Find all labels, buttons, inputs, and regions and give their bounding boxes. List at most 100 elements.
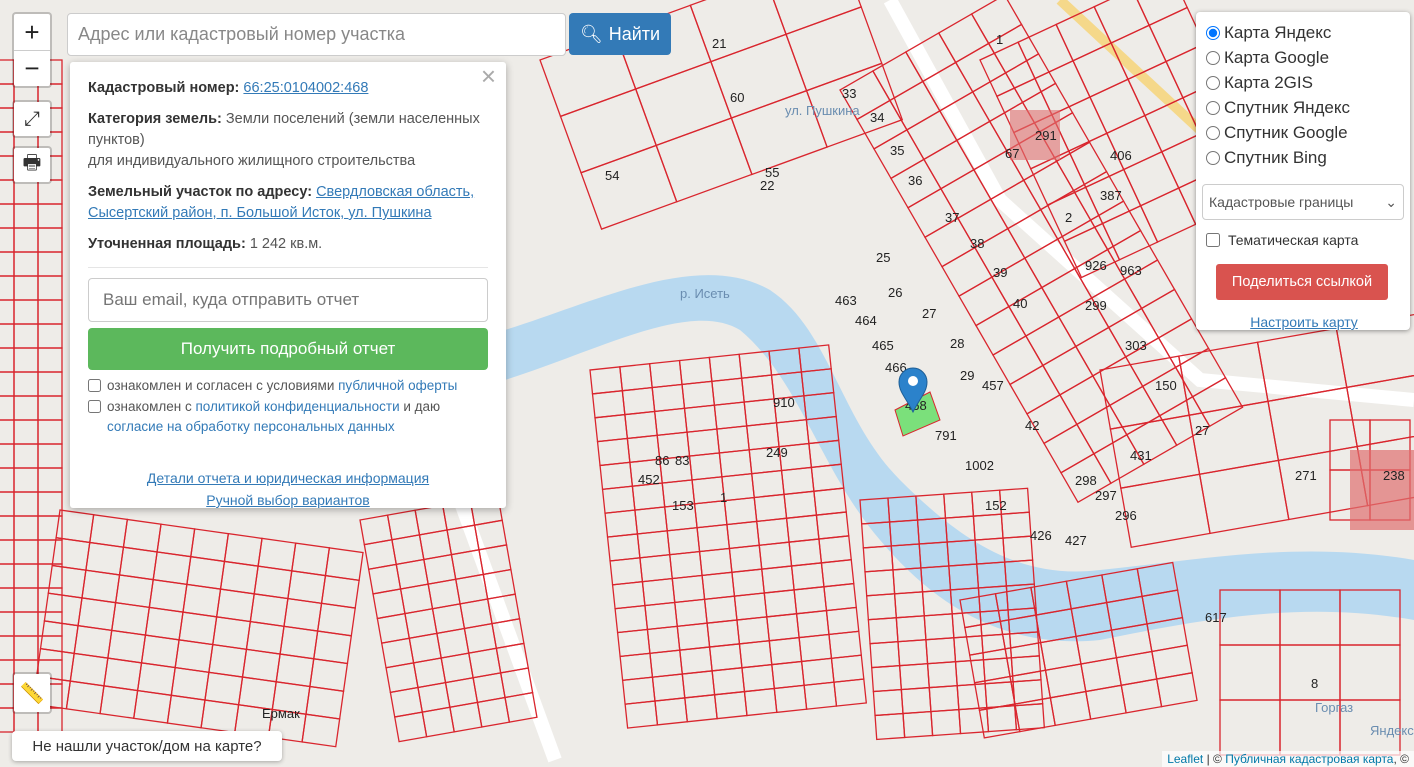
parcel[interactable] [204, 671, 244, 706]
parcel[interactable] [766, 613, 800, 642]
parcel[interactable] [619, 652, 654, 682]
parcel[interactable] [624, 410, 658, 440]
ruler-button[interactable]: 📏 [12, 672, 52, 714]
parcel[interactable] [51, 536, 91, 571]
parcel[interactable] [790, 562, 825, 591]
parcel[interactable] [0, 515, 15, 541]
parcel[interactable] [320, 574, 360, 609]
parcel[interactable] [0, 251, 15, 277]
parcel[interactable] [798, 633, 833, 663]
parcel[interactable] [1074, 326, 1127, 377]
parcel[interactable] [696, 523, 731, 553]
map-option[interactable]: Спутник Яндекс [1206, 95, 1402, 120]
parcel[interactable] [190, 528, 230, 563]
parcel[interactable] [924, 217, 976, 268]
privacy-link[interactable]: политикой конфиденциальности [195, 399, 399, 414]
parcel[interactable] [0, 443, 15, 469]
search-button[interactable]: 🔍︎ Найти [569, 13, 671, 55]
parcel[interactable] [731, 568, 765, 597]
parcel[interactable] [773, 684, 808, 714]
parcel[interactable] [13, 563, 39, 589]
parcel[interactable] [37, 467, 63, 493]
map-radio[interactable] [1206, 125, 1220, 140]
parcel[interactable] [0, 491, 15, 517]
parcel[interactable] [803, 681, 838, 710]
parcel[interactable] [1000, 511, 1032, 539]
cad-number-link[interactable]: 66:25:0104002:468 [243, 80, 368, 96]
parcel[interactable] [0, 587, 15, 613]
parcel[interactable] [99, 685, 139, 720]
parcel[interactable] [740, 374, 775, 403]
parcel[interactable] [0, 275, 15, 301]
parcel[interactable] [703, 595, 738, 624]
parcel[interactable] [140, 634, 180, 669]
parcel[interactable] [89, 513, 129, 548]
parcel[interactable] [13, 611, 39, 637]
parcel[interactable] [641, 577, 676, 607]
map-radio[interactable] [1206, 50, 1220, 65]
parcel[interactable] [958, 276, 1010, 327]
parcel[interactable] [775, 418, 810, 448]
parcel[interactable] [708, 353, 743, 383]
parcel[interactable] [13, 419, 39, 445]
parcel[interactable] [813, 487, 847, 516]
thematic-checkbox[interactable] [1206, 233, 1220, 247]
parcel[interactable] [616, 628, 651, 658]
parcel[interactable] [815, 511, 850, 540]
share-link-button[interactable]: Поделиться ссылкой [1216, 264, 1388, 300]
parcel[interactable] [37, 371, 63, 397]
parcel[interactable] [0, 347, 15, 373]
parcel[interactable] [864, 569, 896, 597]
parcel[interactable] [925, 637, 957, 665]
parcel[interactable] [1049, 690, 1092, 727]
parcel[interactable] [895, 615, 927, 643]
parcel[interactable] [756, 517, 790, 546]
parcel[interactable] [241, 648, 281, 683]
parcel[interactable] [13, 587, 39, 613]
parcel[interactable] [867, 617, 899, 645]
parcel[interactable] [943, 491, 975, 519]
parcel[interactable] [237, 676, 277, 711]
parcel[interactable] [559, 88, 658, 174]
map-radio[interactable] [1206, 100, 1220, 115]
parcel[interactable] [148, 578, 188, 613]
parcel[interactable] [186, 555, 226, 590]
map-option[interactable]: Карта Google [1206, 45, 1402, 70]
parcel[interactable] [118, 546, 158, 581]
parcel[interactable] [674, 598, 708, 627]
parcel[interactable] [897, 639, 929, 667]
parcel[interactable] [37, 203, 63, 229]
parcel[interactable] [287, 570, 327, 605]
parcel[interactable] [594, 413, 629, 443]
parcel[interactable] [1089, 78, 1146, 135]
parcel[interactable] [686, 428, 721, 457]
map-option[interactable]: Спутник Bing [1206, 145, 1402, 170]
parcel[interactable] [13, 395, 39, 421]
parcel[interactable] [741, 663, 776, 693]
parcel[interactable] [1014, 697, 1056, 733]
parcel[interactable] [639, 553, 673, 583]
parcel[interactable] [449, 701, 483, 733]
parcel[interactable] [103, 657, 143, 692]
parcel[interactable] [13, 299, 39, 325]
parcel[interactable] [733, 592, 768, 621]
parcel[interactable] [257, 537, 297, 572]
parcel[interactable] [13, 275, 39, 301]
parcel[interactable] [684, 694, 718, 723]
parcel[interactable] [928, 684, 960, 713]
parcel[interactable] [1025, 316, 1077, 367]
parcel[interactable] [111, 601, 151, 636]
parcel[interactable] [81, 569, 121, 604]
parcel[interactable] [13, 203, 39, 229]
parcel[interactable] [764, 0, 863, 36]
map-option[interactable]: Спутник Google [1206, 120, 1402, 145]
parcel[interactable] [13, 539, 39, 565]
parcel[interactable] [651, 673, 686, 702]
parcel[interactable] [580, 144, 678, 230]
parcel[interactable] [671, 574, 706, 604]
parcel[interactable] [219, 560, 259, 595]
parcel[interactable] [900, 686, 932, 715]
parcel[interactable] [758, 541, 793, 570]
parcel[interactable] [13, 371, 39, 397]
parcel[interactable] [1010, 655, 1042, 683]
